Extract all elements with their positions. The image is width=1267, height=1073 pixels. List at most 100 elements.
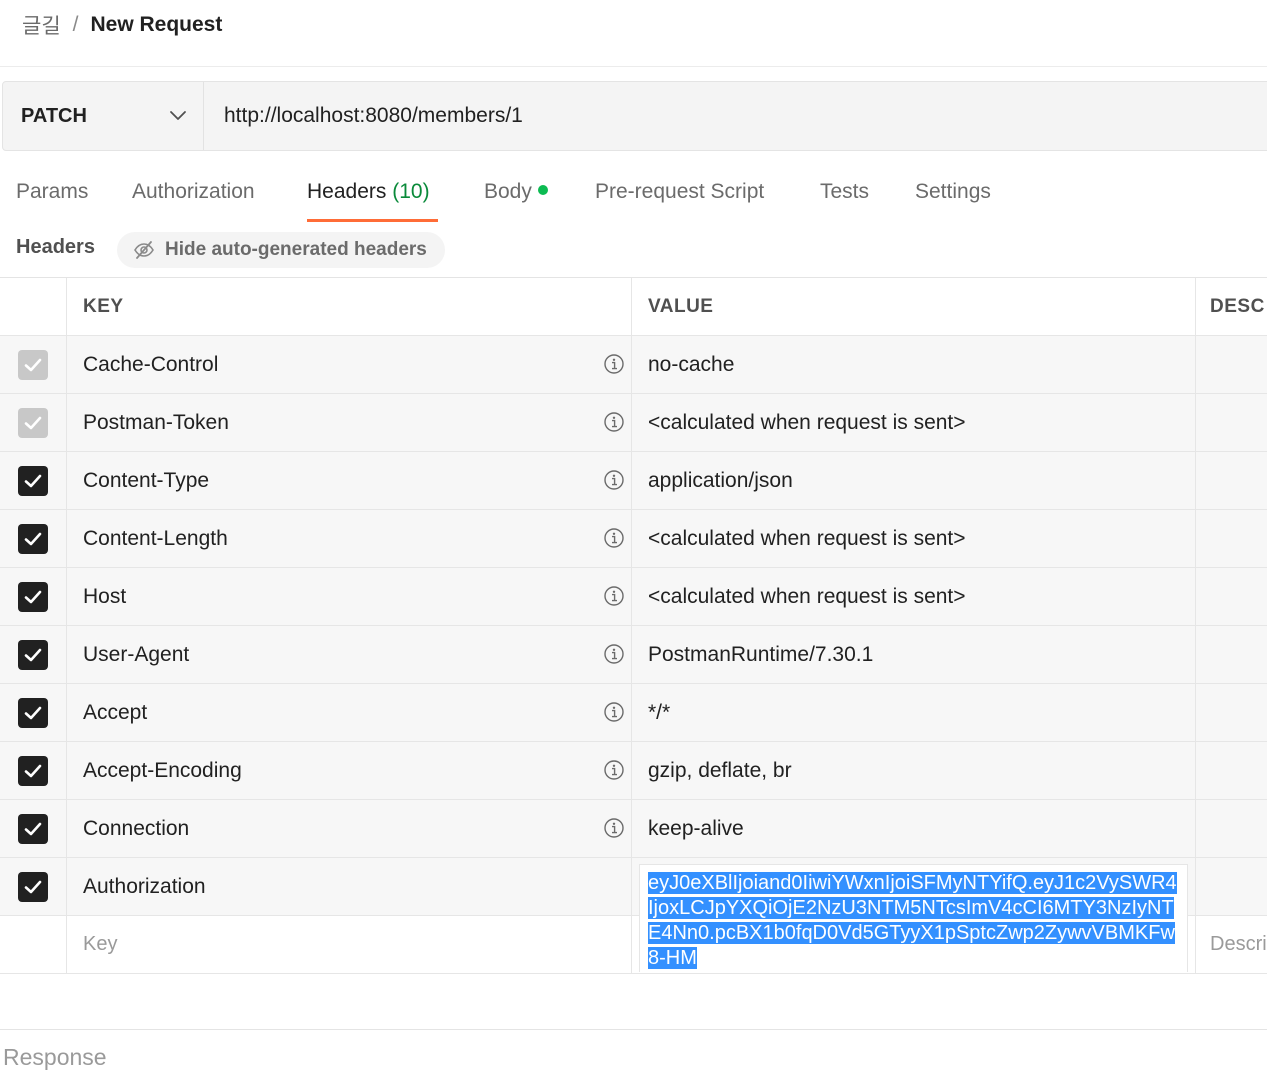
value-cell[interactable]: keep-alive (632, 800, 1196, 857)
tab-body[interactable]: Body (484, 168, 548, 222)
check-icon (24, 822, 42, 835)
header-key: Authorization (83, 874, 206, 898)
key-cell[interactable]: Postman-Token (67, 394, 632, 451)
row-check-cell (0, 510, 67, 567)
description-cell[interactable] (1196, 858, 1267, 915)
value-cell[interactable]: */* (632, 684, 1196, 741)
info-icon[interactable] (603, 527, 625, 549)
tab-label: Tests (820, 180, 870, 203)
value-cell[interactable]: PostmanRuntime/7.30.1 (632, 626, 1196, 683)
hide-auto-headers-button[interactable]: Hide auto-generated headers (117, 232, 445, 268)
value-column-label: VALUE (648, 295, 714, 317)
info-icon[interactable] (603, 411, 625, 433)
key-cell[interactable]: Authorization (67, 858, 632, 915)
url-input[interactable] (204, 82, 1267, 150)
tab-label: Pre-request Script (595, 180, 765, 203)
header-enabled-checkbox[interactable] (18, 697, 48, 728)
key-cell[interactable]: Cache-Control (67, 336, 632, 393)
table-row: Content-Length <calculated when request … (0, 510, 1267, 568)
description-cell[interactable] (1196, 742, 1267, 799)
check-icon (24, 880, 42, 893)
description-cell[interactable] (1196, 626, 1267, 683)
header-value: no-cache (648, 352, 735, 376)
row-check-cell (0, 336, 67, 393)
key-cell[interactable]: Host (67, 568, 632, 625)
description-cell[interactable] (1196, 452, 1267, 509)
description-cell[interactable] (1196, 336, 1267, 393)
header-value: <calculated when request is sent> (648, 526, 966, 550)
chevron-down-icon (170, 111, 186, 120)
key-column-header: KEY (67, 278, 632, 335)
key-cell[interactable]: Connection (67, 800, 632, 857)
header-enabled-checkbox[interactable] (18, 581, 48, 612)
header-check-cell (0, 278, 67, 335)
description-cell[interactable] (1196, 394, 1267, 451)
tab-params[interactable]: Params (16, 168, 88, 222)
tab-settings[interactable]: Settings (915, 168, 991, 222)
new-key-input[interactable]: Key (67, 916, 632, 973)
header-enabled-checkbox[interactable] (18, 755, 48, 786)
header-value: */* (648, 700, 671, 724)
description-cell[interactable] (1196, 800, 1267, 857)
info-icon[interactable] (603, 585, 625, 607)
check-icon (24, 416, 42, 429)
header-key: Content-Type (83, 468, 210, 492)
breadcrumb-separator: / (72, 13, 79, 36)
header-value: keep-alive (648, 816, 744, 840)
info-icon[interactable] (603, 469, 625, 491)
info-icon[interactable] (603, 759, 625, 781)
key-cell[interactable]: User-Agent (67, 626, 632, 683)
request-name[interactable]: New Request (90, 13, 222, 37)
header-enabled-checkbox[interactable] (18, 871, 48, 902)
check-icon (24, 706, 42, 719)
value-cell[interactable]: application/json (632, 452, 1196, 509)
header-key: Accept-Encoding (83, 758, 242, 782)
row-check-cell (0, 626, 67, 683)
info-icon[interactable] (603, 817, 625, 839)
response-section-title[interactable]: Response (3, 1044, 107, 1071)
request-tabs: Params Authorization Headers (10) Body P… (0, 168, 1267, 222)
header-value: PostmanRuntime/7.30.1 (648, 642, 874, 666)
hide-auto-headers-label: Hide auto-generated headers (165, 239, 427, 260)
description-cell[interactable] (1196, 568, 1267, 625)
authorization-value-editor[interactable]: eyJ0eXBlIjoiand0IiwiYWxnIjoiSFMyNTYifQ.e… (639, 864, 1188, 972)
header-enabled-checkbox[interactable] (18, 349, 48, 380)
value-cell[interactable]: <calculated when request is sent> (632, 510, 1196, 567)
breadcrumb-collection[interactable]: 글길 (22, 10, 61, 40)
check-icon (24, 590, 42, 603)
tab-tests[interactable]: Tests (820, 168, 869, 222)
key-cell[interactable]: Accept-Encoding (67, 742, 632, 799)
tab-label: Body (484, 180, 532, 203)
header-value: gzip, deflate, br (648, 758, 792, 782)
check-icon (24, 532, 42, 545)
row-check-cell (0, 452, 67, 509)
row-check-cell (0, 684, 67, 741)
tab-pre-request-script[interactable]: Pre-request Script (595, 168, 764, 222)
description-cell[interactable] (1196, 510, 1267, 567)
key-cell[interactable]: Content-Length (67, 510, 632, 567)
description-cell[interactable] (1196, 684, 1267, 741)
header-enabled-checkbox[interactable] (18, 407, 48, 438)
response-divider (0, 1029, 1267, 1030)
tab-authorization[interactable]: Authorization (132, 168, 255, 222)
key-cell[interactable]: Content-Type (67, 452, 632, 509)
value-cell[interactable]: <calculated when request is sent> (632, 394, 1196, 451)
info-icon[interactable] (603, 353, 625, 375)
header-enabled-checkbox[interactable] (18, 813, 48, 844)
value-cell[interactable]: <calculated when request is sent> (632, 568, 1196, 625)
header-divider (0, 66, 1267, 67)
method-dropdown[interactable]: PATCH (3, 82, 204, 150)
header-enabled-checkbox[interactable] (18, 465, 48, 496)
key-cell[interactable]: Accept (67, 684, 632, 741)
method-label: PATCH (21, 104, 87, 127)
tab-headers[interactable]: Headers (10) (307, 168, 438, 222)
info-icon[interactable] (603, 643, 625, 665)
row-check-cell (0, 742, 67, 799)
new-description-input[interactable]: Description (1196, 916, 1267, 973)
info-icon[interactable] (603, 701, 625, 723)
header-enabled-checkbox[interactable] (18, 523, 48, 554)
check-icon (24, 648, 42, 661)
header-enabled-checkbox[interactable] (18, 639, 48, 670)
value-cell[interactable]: no-cache (632, 336, 1196, 393)
value-cell[interactable]: gzip, deflate, br (632, 742, 1196, 799)
